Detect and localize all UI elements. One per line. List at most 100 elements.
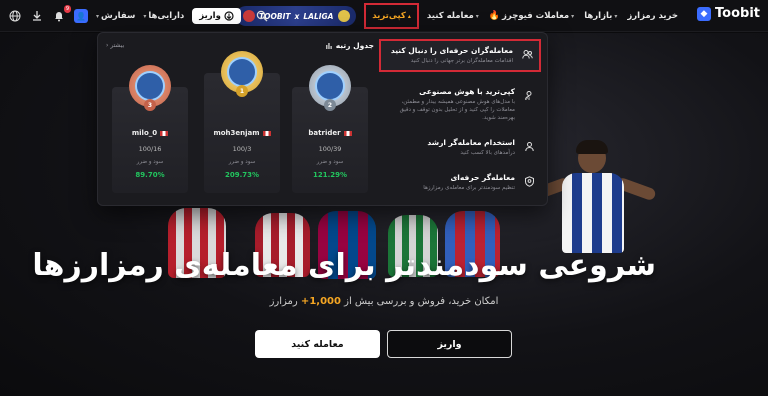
assets-menu[interactable]: ▾ دارایی‌ها <box>143 11 184 21</box>
nav-trade-label: معامله کنید <box>426 11 474 21</box>
nav-copy-trade-label: کپی‌ترید <box>372 11 406 21</box>
rank-silver-badge-icon: 2 <box>309 65 351 111</box>
hero-subtitle: امکان خرید، فروش و بررسی بیش از 1,000+ ر… <box>0 296 768 307</box>
menu-item-title: کپی‌ترید با هوش مصنوعی <box>419 87 515 96</box>
header-tools: 9 👤 ▾ سفارش ▾ دارایی‌ها واریز <box>8 5 269 27</box>
copy-trade-menu: معامله‌گران حرفه‌ای را دنبال کنید اقداما… <box>379 39 541 200</box>
leaderboard: جدول رتبه بیشتر ‹ 3 milo_0 100/16 سود و … <box>106 39 374 199</box>
leaderboard-more-link[interactable]: بیشتر ‹ <box>106 42 124 49</box>
rank-emblem-icon <box>227 57 257 87</box>
rank-emblem-icon <box>315 71 345 101</box>
menu-item-title: معامله‌گران حرفه‌ای را دنبال کنید <box>390 46 513 55</box>
rank-bronze-badge-icon: 3 <box>129 65 171 111</box>
menu-hire-lead-trader[interactable]: استخدام معامله‌گر ارشد درآمدهای بالا کسب… <box>379 133 541 162</box>
menu-follow-pro-traders[interactable]: معامله‌گران حرفه‌ای را دنبال کنید اقداما… <box>379 39 541 72</box>
nav-trade[interactable]: معامله کنید ▾ <box>427 11 479 21</box>
rank-number: 3 <box>144 99 156 111</box>
user-avatar-icon[interactable]: 👤 <box>74 9 88 23</box>
hero-subtitle-number: 1,000+ <box>300 296 341 307</box>
player-jersey-graphic <box>562 173 624 253</box>
country-flag-icon <box>160 130 169 136</box>
trader-name-text: milo_0 <box>131 129 158 137</box>
menu-item-desc: درآمدهای بالا کسب کنید <box>460 150 515 156</box>
deposit-label: واریز <box>199 11 221 21</box>
leaderboard-title: جدول رتبه <box>325 41 374 50</box>
rank-number: 2 <box>324 99 336 111</box>
chevron-up-icon: ▴ <box>407 12 411 20</box>
promo-x-text: x <box>294 11 300 21</box>
svg-text:AI: AI <box>526 96 530 101</box>
nav-futures-label: معاملات فیوچرز <box>502 11 570 21</box>
nav-buy-crypto[interactable]: خرید رمزارز <box>627 11 678 21</box>
pnl-label: سود و ضرر <box>136 159 164 165</box>
nav-markets-label: بازارها <box>584 11 613 21</box>
menu-item-title: معامله‌گر حرفه‌ای <box>450 173 515 182</box>
ai-user-icon: AI <box>523 89 535 101</box>
trader-ratio: 100/16 <box>138 145 162 153</box>
menu-item-desc: با مدل‌های هوش مصنوعی همیشه بیدار و مطمئ… <box>399 99 515 121</box>
leaderboard-card[interactable]: 1 moh3enjam 100/3 سود و ضرر 209.73% <box>204 51 280 193</box>
country-flag-icon <box>343 130 352 136</box>
trader-ratio: 100/39 <box>318 145 342 153</box>
menu-item-title: استخدام معامله‌گر ارشد <box>427 138 515 147</box>
hero-subtitle-post: رمزارز <box>269 296 298 307</box>
pnl-percentage: 89.70% <box>135 171 165 179</box>
hero-deposit-button[interactable]: واریز <box>387 330 512 358</box>
hero-subtitle-pre: امکان خرید، فروش و بررسی بیش از <box>344 296 499 307</box>
header-deposit-button[interactable]: واریز <box>192 8 241 24</box>
orders-menu[interactable]: ▾ سفارش <box>96 11 135 21</box>
nav-futures[interactable]: 🔥 معاملات فیوچرز ▾ <box>489 11 574 21</box>
leaderboard-more-text: بیشتر <box>110 42 125 49</box>
player-hair-graphic <box>576 140 608 154</box>
users-icon <box>521 48 533 60</box>
copy-trade-dropdown: معامله‌گران حرفه‌ای را دنبال کنید اقداما… <box>97 32 548 206</box>
leaderboard-card[interactable]: 3 milo_0 100/16 سود و ضرر 89.70% <box>112 65 188 193</box>
download-icon[interactable] <box>30 9 44 23</box>
rank-emblem-icon <box>135 71 165 101</box>
hero-trade-button[interactable]: معامله کنید <box>255 330 380 358</box>
pnl-label: سود و ضرر <box>316 159 344 165</box>
main-nav: خرید رمزارز بازارها ▾ 🔥 معاملات فیوچرز ▾… <box>236 3 678 29</box>
notification-bell-icon[interactable]: 9 <box>52 5 71 23</box>
rank-gold-badge-icon: 1 <box>221 51 263 97</box>
leaderboard-card[interactable]: 2 batrider 100/39 سود و ضرر 121.29% <box>292 65 368 193</box>
chevron-down-icon: ▾ <box>143 12 147 20</box>
nav-copy-trade[interactable]: کپی‌ترید ▴ <box>364 3 419 29</box>
menu-item-desc: تنظیم سودمندتر برای معامله‌ی رمزارزها <box>423 185 515 191</box>
nav-buy-crypto-label: خرید رمزارز <box>627 11 678 21</box>
trader-name: moh3enjam <box>204 129 280 137</box>
assets-label: دارایی‌ها <box>148 11 185 21</box>
pnl-percentage: 209.73% <box>224 171 260 179</box>
country-flag-icon <box>262 130 271 136</box>
leaderboard-title-text: جدول رتبه <box>335 41 374 50</box>
chevron-down-icon: ▾ <box>571 12 575 20</box>
deposit-icon <box>224 11 234 21</box>
nav-markets[interactable]: بازارها ▾ <box>584 11 617 21</box>
toobit-logo-icon: ◆ <box>697 6 712 21</box>
chevron-down-icon: ▾ <box>475 12 479 20</box>
fire-icon: 🔥 <box>488 11 501 21</box>
pnl-label: سود و ضرر <box>228 159 256 165</box>
rank-number: 1 <box>236 85 248 97</box>
top-navbar: ◆ Toobit خرید رمزارز بازارها ▾ 🔥 معاملات… <box>0 0 768 32</box>
trophy-icon <box>325 42 332 49</box>
trader-name-text: moh3enjam <box>213 129 260 137</box>
orders-label: سفارش <box>101 11 136 21</box>
brand-logo[interactable]: ◆ Toobit <box>697 6 760 21</box>
pnl-percentage: 121.29% <box>312 171 348 179</box>
menu-pro-trader[interactable]: معامله‌گر حرفه‌ای تنظیم سودمندتر برای مع… <box>379 168 541 197</box>
trader-name: batrider <box>292 129 368 137</box>
user-icon <box>523 140 535 152</box>
promo-right-text: LALIGA <box>303 11 334 21</box>
brand-name: Toobit <box>715 6 760 21</box>
trader-name-text: batrider <box>308 129 341 137</box>
search-icon[interactable] <box>255 9 269 23</box>
menu-ai-copy-trade[interactable]: AI کپی‌ترید با هوش مصنوعی با مدل‌های هوش… <box>379 82 541 127</box>
globe-icon[interactable] <box>8 9 22 23</box>
chevron-down-icon: ▾ <box>96 12 100 20</box>
laliga-badge-icon <box>337 10 350 22</box>
notification-count-badge: 9 <box>63 5 71 13</box>
chevron-down-icon: ▾ <box>614 12 618 20</box>
trader-ratio: 100/3 <box>232 145 252 153</box>
menu-item-desc: اقدامات معامله‌گران برتر جهانی را دنبال … <box>410 58 513 64</box>
